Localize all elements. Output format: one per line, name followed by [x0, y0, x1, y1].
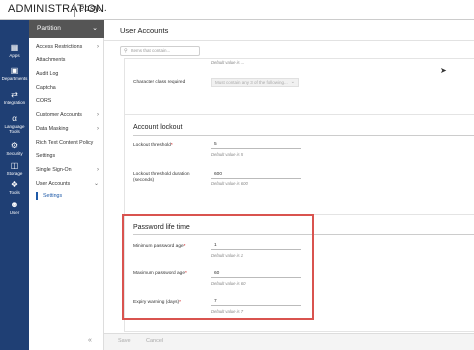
card-divider — [133, 135, 474, 136]
chevron-down-icon: ⌄ — [290, 79, 295, 85]
menu-item-access-restrictions[interactable]: Access Restrictions › — [29, 41, 104, 53]
cancel-button[interactable]: Cancel — [146, 338, 163, 344]
menu-item-label: Rich Text Content Policy — [36, 140, 94, 146]
menu-item-data-masking[interactable]: Data Masking › — [29, 123, 104, 135]
rail-label: Departments — [1, 76, 28, 81]
menu-item-single-sign-on[interactable]: Single Sign-On › — [29, 164, 104, 176]
field-hint: Default value is ... — [211, 60, 245, 65]
rail-label: Tools — [9, 190, 20, 195]
section-menu: Partition ⌄ Access Restrictions › Attach… — [29, 20, 104, 350]
label-text: Lockout threshold — [133, 143, 171, 148]
search-input[interactable]: ⚲ Items that contain... — [120, 46, 200, 56]
menu-item-settings[interactable]: Settings — [29, 150, 104, 162]
top-bar: ADMINISTRATION easy... — [0, 0, 474, 20]
account-lockout-card: Account lockout Lockout threshold* 5 Def… — [124, 114, 474, 218]
rail-label: Apps — [9, 53, 20, 58]
menu-item-attachments[interactable]: Attachments — [29, 54, 104, 66]
brand-divider — [74, 3, 75, 17]
search-icon: ⚲ — [124, 48, 128, 54]
menu-item-label: User Accounts — [36, 181, 71, 187]
menu-item-cors[interactable]: CORS — [29, 95, 104, 107]
footer-bar: Save Cancel — [104, 333, 474, 350]
chevron-right-icon: › — [97, 167, 99, 173]
wrench-icon: ❖ — [10, 180, 19, 189]
menu-item-label: Single Sign-On — [36, 167, 72, 173]
lockout-threshold-label: Lockout threshold* — [133, 143, 173, 149]
char-class-value: Must contain any 3 of the following... — [215, 80, 288, 85]
translate-icon: α — [12, 114, 17, 123]
page-title: User Accounts — [120, 26, 169, 35]
lockout-threshold-input[interactable]: 5 — [211, 141, 301, 149]
org-chart-icon: ▣ — [10, 66, 19, 75]
rail-item-user[interactable]: ☻ User — [0, 197, 29, 223]
menu-item-label: Captcha — [36, 85, 56, 91]
cursor-icon: ➤ — [440, 66, 447, 75]
partition-label: Partition — [37, 25, 61, 32]
lockout-duration-label: Lockout threshold duration (seconds) — [133, 172, 190, 183]
menu-item-user-accounts[interactable]: User Accounts ⌄ — [29, 178, 104, 190]
menu-item-label: Attachments — [36, 57, 66, 63]
menu-item-user-accounts-settings[interactable]: Settings — [29, 190, 104, 202]
menu-item-rich-text-content-policy[interactable]: Rich Text Content Policy — [29, 137, 104, 149]
menu-item-label: Settings — [36, 153, 56, 159]
integration-icon: ⇄ — [11, 90, 18, 99]
chevron-right-icon: › — [97, 126, 99, 132]
apps-grid-icon: ▦ — [10, 43, 19, 52]
title-divider — [104, 40, 474, 41]
rail-label: Language Tools — [4, 124, 25, 134]
required-marker: * — [170, 143, 173, 148]
chevron-up-icon: ⌄ — [93, 181, 99, 187]
menu-item-label: Customer Accounts — [36, 112, 82, 118]
database-icon: ◫ — [10, 161, 19, 170]
menu-item-audit-log[interactable]: Audit Log — [29, 68, 104, 80]
rail-label: Integration — [3, 100, 26, 105]
rail-item-integration[interactable]: ⇄ Integration — [0, 87, 29, 113]
chevron-down-icon: ⌄ — [92, 25, 98, 32]
chevron-right-icon: › — [97, 112, 99, 118]
lockout-title: Account lockout — [133, 124, 183, 131]
field-hint: Default value is 5 — [211, 152, 244, 157]
char-class-select[interactable]: Must contain any 3 of the following... ⌄ — [211, 78, 299, 87]
save-button[interactable]: Save — [118, 338, 131, 344]
menu-item-captcha[interactable]: Captcha — [29, 82, 104, 94]
gear-icon: ⚙ — [10, 141, 19, 150]
rail-label: Storage — [6, 171, 23, 176]
chevron-right-icon: › — [97, 44, 99, 50]
menu-item-customer-accounts[interactable]: Customer Accounts › — [29, 109, 104, 121]
rail-item-departments[interactable]: ▣ Departments — [0, 63, 29, 89]
rail-label: Security — [6, 151, 23, 156]
brand-logo: easy... — [79, 4, 107, 14]
menu-item-label: Settings — [43, 193, 63, 199]
menu-item-label: Audit Log — [36, 71, 59, 77]
collapse-menu-icon[interactable]: « — [88, 337, 92, 344]
menu-item-label: Access Restrictions — [36, 44, 83, 50]
search-placeholder: Items that contain... — [131, 48, 171, 53]
menu-item-label: CORS — [36, 98, 52, 104]
rail-item-language-tools[interactable]: α Language Tools — [0, 111, 29, 137]
rail-label: User — [9, 210, 20, 215]
highlight-box — [122, 214, 314, 320]
field-hint: Default value is 600 — [211, 181, 248, 186]
char-class-label: Character class required — [133, 80, 186, 85]
menu-item-label: Data Masking — [36, 126, 69, 132]
partition-selector[interactable]: Partition ⌄ — [29, 20, 104, 38]
lockout-duration-input[interactable]: 600 — [211, 171, 301, 179]
user-icon: ☻ — [10, 200, 19, 209]
nav-rail: ▦ Apps ▣ Departments ⇄ Integration α Lan… — [0, 20, 29, 350]
